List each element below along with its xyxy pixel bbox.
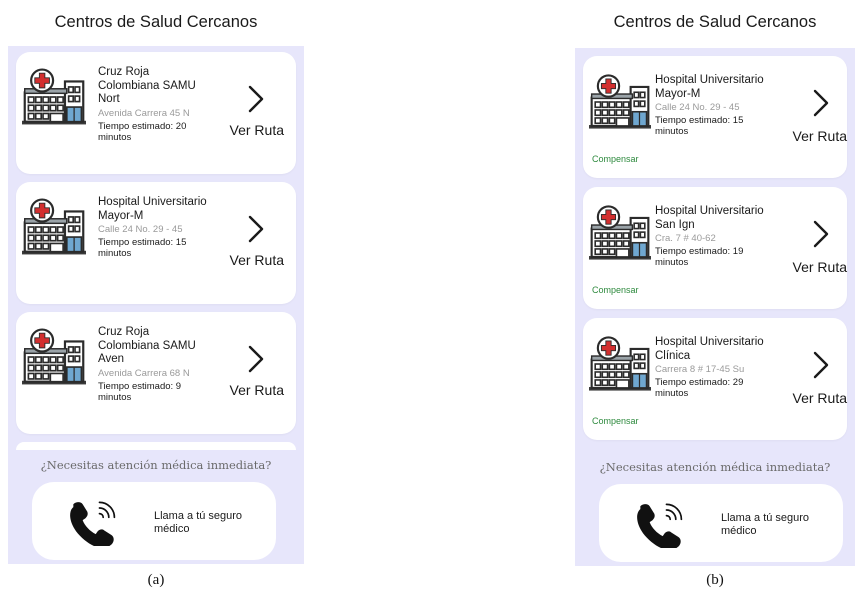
estimated-time: Tiempo estimado: 19 minutos [655,246,744,268]
center-name: Cruz Roja Colombiana SAMU Nort [98,66,196,105]
panel-a: Centros de Salud Cercanos Cruz Roja Colo… [8,0,304,564]
view-route-button[interactable]: Ver Ruta [230,382,284,398]
health-center-card[interactable]: Compensar Hospital Universitario San Ign… [583,187,847,309]
page-title: Centros de Salud Cercanos [54,13,258,31]
insurer-badge: Compensar [592,285,639,295]
health-center-card[interactable]: Cruz Roja Colombiana SAMU Nort Avenida C… [16,52,296,174]
chevron-right-icon[interactable] [811,219,831,249]
center-address: Avenida Carrera 68 N [98,367,190,379]
app-screen: Cruz Roja Colombiana SAMU Nort Avenida C… [8,46,304,564]
emergency-question: ¿Necesitas atención médica inmediata? [40,458,272,472]
estimated-time: Tiempo estimado: 15 minutos [98,237,187,259]
center-address: Carrera 8 # 17-45 Su [655,364,745,375]
center-name: Hospital Universitario Clínica [655,336,764,362]
call-insurance-label: Llama a tú seguro médico [154,510,243,535]
insurer-badge: Compensar [592,416,639,426]
estimated-time: Tiempo estimado: 20 minutos [98,120,187,143]
phone-call-icon [631,500,687,548]
panel-b: Centros de Salud Cercanos Compensar Hosp… [575,0,855,566]
call-insurance-button[interactable]: Llama a tú seguro médico [32,482,276,560]
center-address: Avenida Carrera 45 N [98,107,190,119]
figure-caption-b: (b) [706,572,724,588]
health-center-card[interactable]: Hospital Universitario Mayor-M Calle 24 … [16,182,296,304]
estimated-time: Tiempo estimado: 29 minutos [655,377,744,399]
hospital-building-icon [589,336,651,392]
center-name: Hospital Universitario San Ign [655,205,764,231]
chevron-right-icon[interactable] [246,214,266,244]
hospital-building-icon [589,74,651,130]
view-route-button[interactable]: Ver Ruta [793,128,847,144]
hospital-building-icon [22,198,86,256]
health-center-card[interactable]: Compensar Hospital Universitario Clínica… [583,318,847,440]
phone-call-icon [64,498,120,546]
view-route-button[interactable]: Ver Ruta [793,259,847,275]
health-center-card[interactable]: Cruz Roja Colombiana SAMU Aven Avenida C… [16,312,296,434]
chevron-right-icon[interactable] [246,344,266,374]
center-address: Cra. 7 # 40-62 [655,233,716,244]
view-route-button[interactable]: Ver Ruta [230,122,284,138]
hospital-building-icon [589,205,651,261]
app-screen: Compensar Hospital Universitario Mayor-M… [575,48,855,566]
estimated-time: Tiempo estimado: 15 minutos [655,115,744,137]
insurer-badge: Compensar [592,154,639,164]
health-center-card-partial[interactable] [16,442,296,450]
figure-caption-a: (a) [147,572,165,588]
center-address: Calle 24 No. 29 - 45 [98,224,183,235]
health-center-card[interactable]: Compensar Hospital Universitario Mayor-M… [583,56,847,178]
page-title: Centros de Salud Cercanos [613,13,817,31]
center-name: Hospital Universitario Mayor-M [98,196,207,222]
hospital-building-icon [22,68,86,126]
chevron-right-icon[interactable] [246,84,266,114]
chevron-right-icon[interactable] [811,88,831,118]
call-insurance-label: Llama a tú seguro médico [721,512,810,537]
center-name: Cruz Roja Colombiana SAMU Aven [98,326,196,365]
estimated-time: Tiempo estimado: 9 minutos [98,380,182,403]
view-route-button[interactable]: Ver Ruta [793,390,847,406]
center-address: Calle 24 No. 29 - 45 [655,102,740,113]
call-insurance-button[interactable]: Llama a tú seguro médico [599,484,843,562]
view-route-button[interactable]: Ver Ruta [230,252,284,268]
chevron-right-icon[interactable] [811,350,831,380]
hospital-building-icon [22,328,86,386]
emergency-question: ¿Necesitas atención médica inmediata? [599,460,831,474]
center-name: Hospital Universitario Mayor-M [655,74,764,100]
